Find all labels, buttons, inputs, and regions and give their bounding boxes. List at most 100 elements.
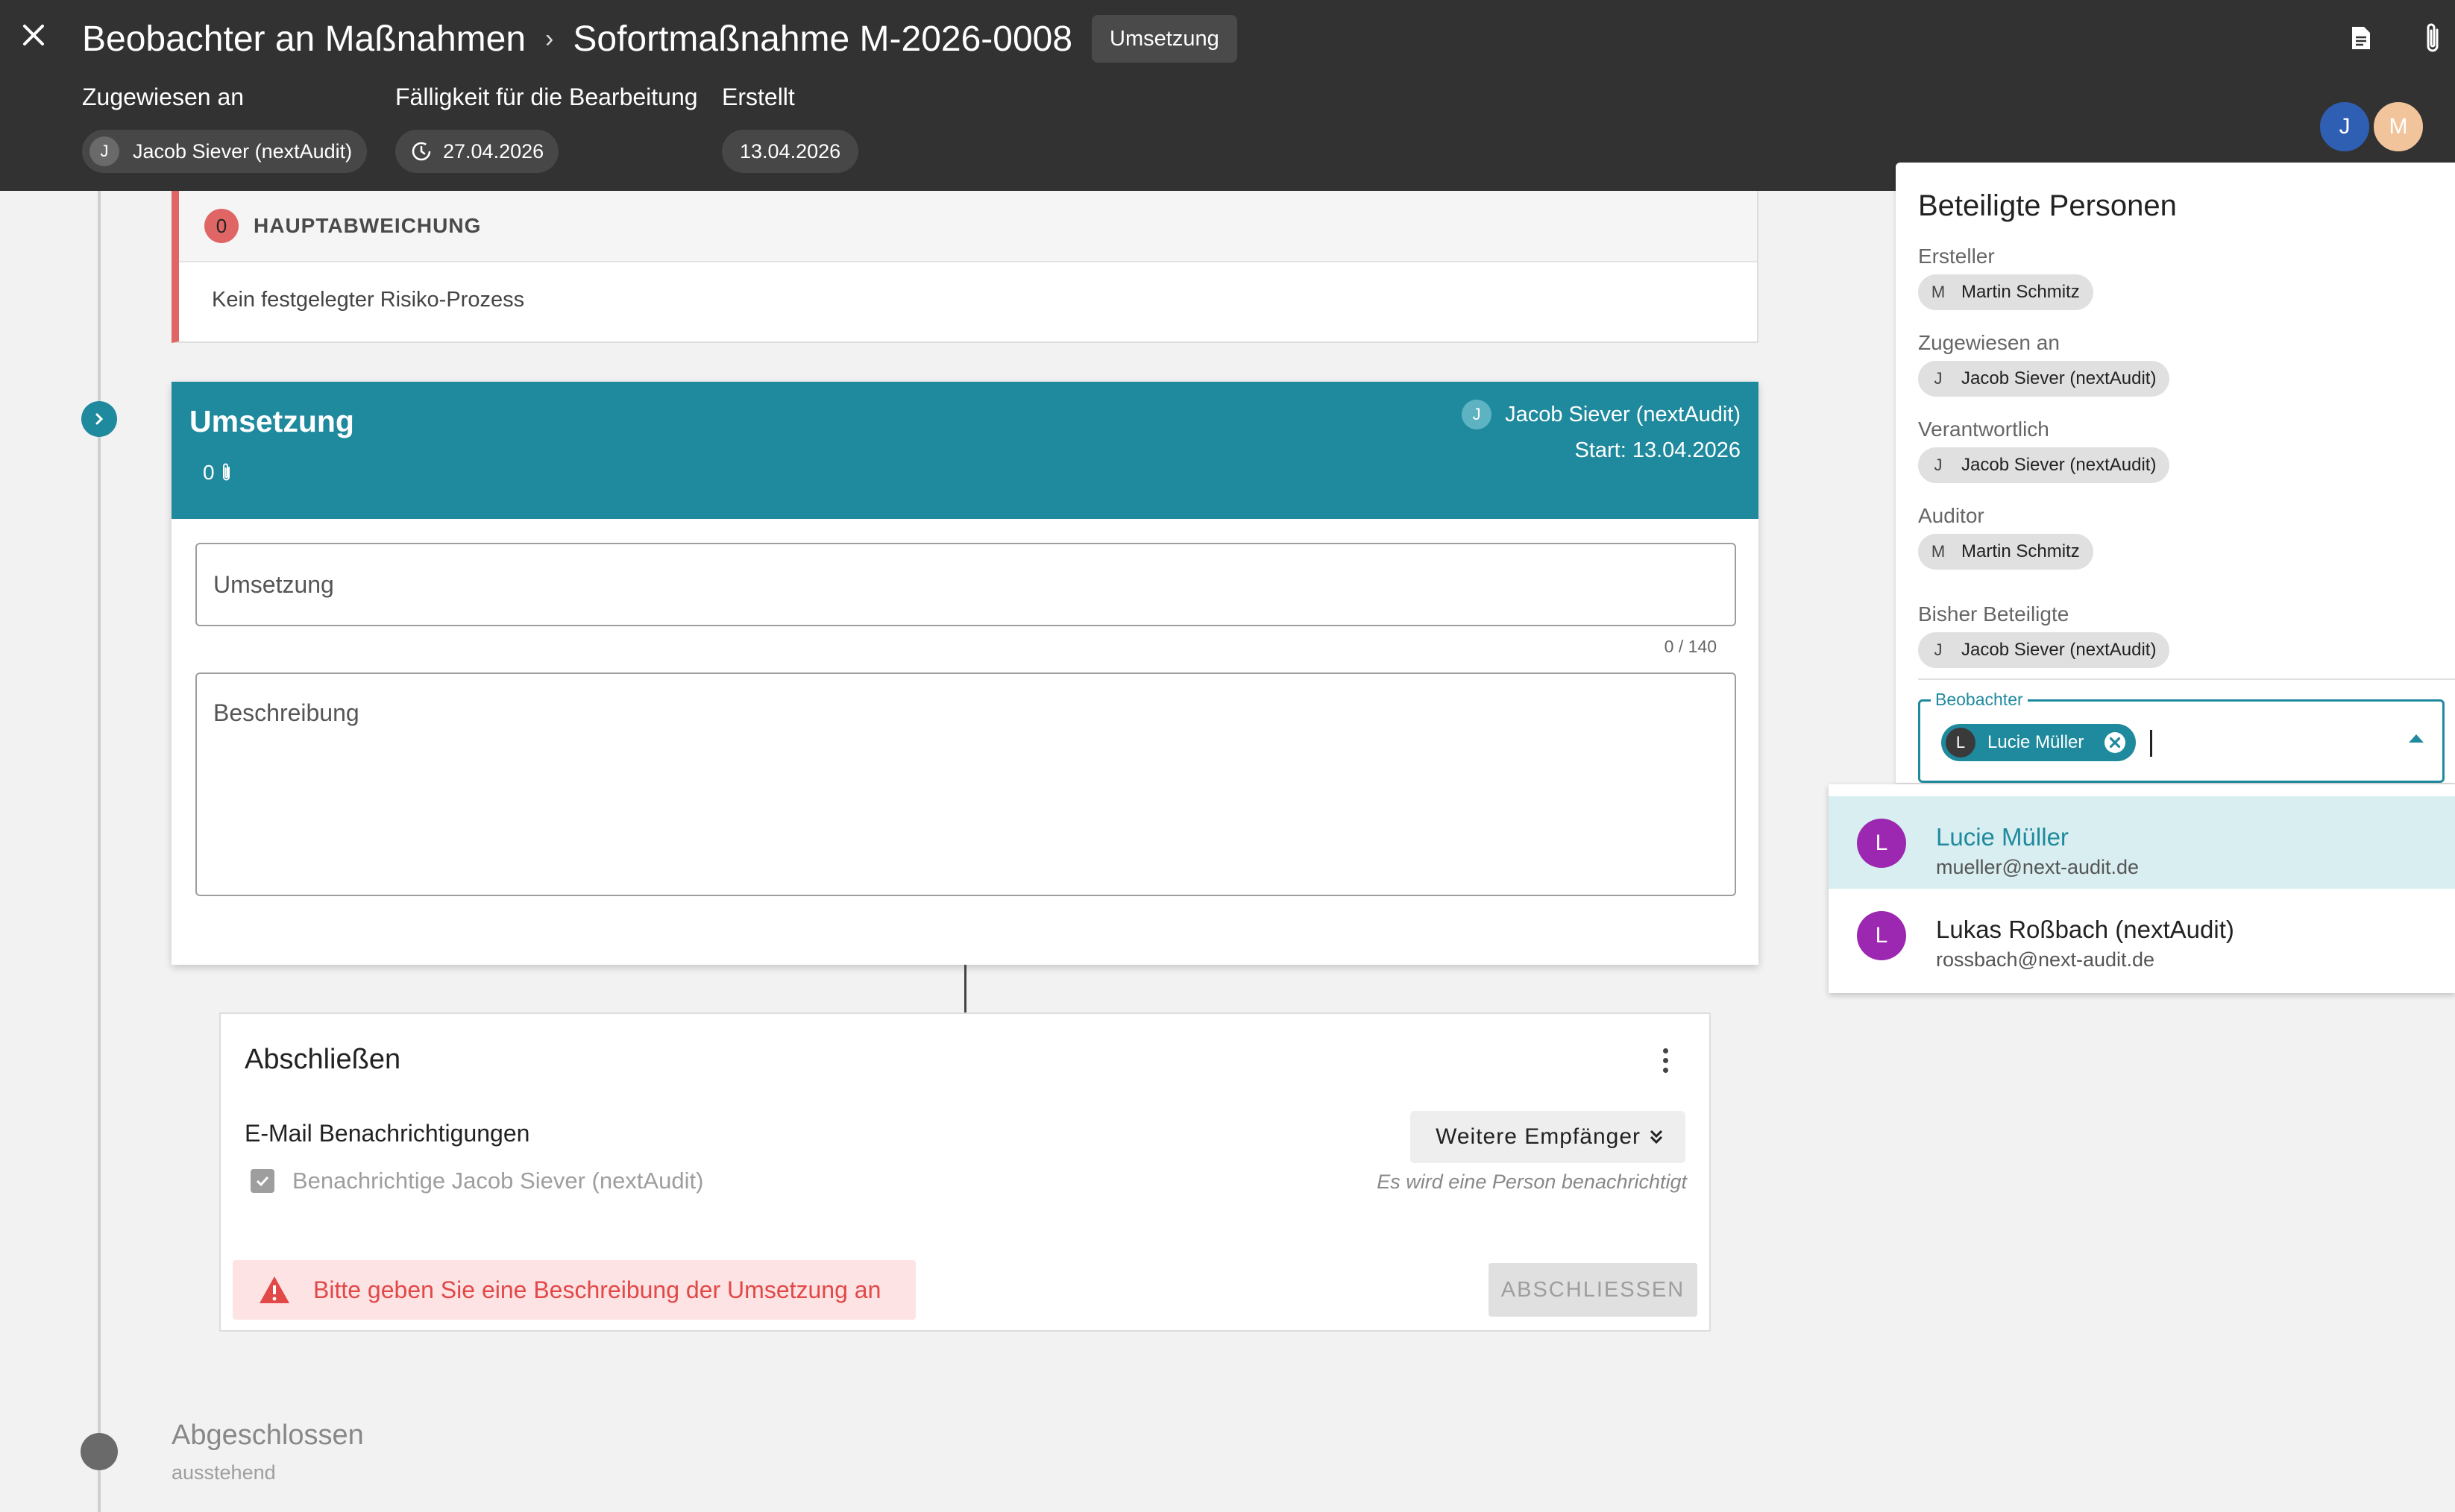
deviation-count-badge: 0 bbox=[204, 209, 239, 243]
previous-participant-name: Jacob Siever (nextAudit) bbox=[1961, 640, 2157, 660]
umsetzung-header: Umsetzung 0 J Jacob Siever (nextAudit) S… bbox=[172, 382, 1758, 519]
clock-history-icon bbox=[412, 142, 431, 161]
attachment-count-value: 0 bbox=[203, 461, 215, 484]
avatar: J bbox=[1462, 400, 1492, 429]
option-lucie-mueller[interactable]: L Lucie Müller mueller@next-audit.de bbox=[1829, 796, 2455, 889]
panel-title: Beteiligte Personen bbox=[1918, 189, 2177, 222]
due-date-value: 27.04.2026 bbox=[443, 139, 544, 163]
status-badge: Umsetzung bbox=[1092, 15, 1237, 63]
due-date-chip[interactable]: 27.04.2026 bbox=[395, 130, 559, 173]
chevron-right-icon bbox=[95, 413, 104, 425]
timeline-step-dot bbox=[81, 1433, 118, 1470]
more-vert-icon[interactable] bbox=[1654, 1044, 1676, 1077]
option-name: Lukas Roßbach (nextAudit) bbox=[1936, 916, 2234, 943]
assigned-to-chip[interactable]: J Jacob Siever (nextAudit) bbox=[82, 130, 368, 173]
option-lukas-rossbach[interactable]: L Lukas Roßbach (nextAudit) rossbach@nex… bbox=[1829, 889, 2455, 981]
attachment-button[interactable] bbox=[2416, 19, 2449, 57]
avatar: L bbox=[1857, 819, 1906, 868]
notify-label: Benachrichtige Jacob Siever (nextAudit) bbox=[292, 1168, 704, 1194]
assigned-name: Jacob Siever (nextAudit) bbox=[1961, 368, 2157, 388]
breadcrumb: Beobachter an Maßnahmen › Sofortmaßnahme… bbox=[82, 15, 1237, 63]
timeline-expand-button[interactable] bbox=[81, 401, 117, 437]
avatar: J bbox=[1934, 640, 1943, 659]
abschliessen-button[interactable]: ABSCHLIESSEN bbox=[1489, 1263, 1697, 1317]
deviation-text: Kein festgelegter Risiko-Prozess bbox=[212, 288, 525, 312]
creator-name: Martin Schmitz bbox=[1961, 282, 2080, 302]
assigned-to-group: Zugewiesen an J Jacob Siever (nextAudit) bbox=[82, 84, 368, 173]
observer-chip[interactable]: L Lucie Müller bbox=[1941, 724, 2137, 761]
breadcrumb-parent-link[interactable]: Beobachter an Maßnahmen bbox=[82, 19, 526, 60]
option-name: Lucie Müller bbox=[1936, 823, 2069, 851]
responsible-label: Verantwortlich bbox=[1918, 418, 2049, 441]
notify-checkbox[interactable]: Benachrichtige Jacob Siever (nextAudit) bbox=[251, 1168, 703, 1194]
assigned-to-label: Zugewiesen an bbox=[82, 84, 245, 110]
umsetzung-step-card: Umsetzung 0 J Jacob Siever (nextAudit) S… bbox=[172, 382, 1758, 965]
assigned-to-value: Jacob Siever (nextAudit) bbox=[133, 139, 353, 163]
option-email: rossbach@next-audit.de bbox=[1936, 948, 2155, 971]
due-date-group: Fälligkeit für die Bearbeitung 27.04.202… bbox=[395, 84, 698, 173]
more-recipients-button[interactable]: Weitere Empfänger bbox=[1410, 1111, 1685, 1163]
abschliessen-title: Abschließen bbox=[245, 1044, 401, 1075]
close-icon bbox=[23, 25, 44, 45]
creator-chip[interactable]: M Martin Schmitz bbox=[1918, 274, 2093, 310]
character-counter: 0 / 140 bbox=[1664, 637, 1717, 656]
warning-icon bbox=[260, 1276, 289, 1303]
umsetzung-assignee-name: Jacob Siever (nextAudit) bbox=[1505, 402, 1741, 426]
auditor-chip[interactable]: M Martin Schmitz bbox=[1918, 534, 2093, 570]
created-chip: 13.04.2026 bbox=[722, 130, 859, 173]
error-message: Bitte geben Sie eine Beschreibung der Um… bbox=[313, 1276, 881, 1303]
avatar: L bbox=[1946, 728, 1975, 757]
deviation-card: 0 HAUPTABWEICHUNG Kein festgelegter Risi… bbox=[172, 191, 1758, 343]
close-button[interactable] bbox=[16, 18, 51, 52]
auditor-label: Auditor bbox=[1918, 504, 1984, 527]
umsetzung-input[interactable]: Umsetzung bbox=[195, 543, 1736, 626]
attachment-count[interactable]: 0 bbox=[203, 461, 233, 485]
abschliessen-card: Abschließen E-Mail Benachrichtigungen Be… bbox=[219, 1012, 1711, 1332]
assigned-label: Zugewiesen an bbox=[1918, 331, 2060, 354]
avatar[interactable]: J bbox=[2318, 100, 2371, 154]
umsetzung-title: Umsetzung bbox=[189, 404, 354, 438]
created-value: 13.04.2026 bbox=[740, 139, 841, 163]
observer-select[interactable]: Beobachter L Lucie Müller bbox=[1918, 690, 2445, 783]
deviation-title: HAUPTABWEICHUNG bbox=[254, 214, 482, 237]
responsible-name: Jacob Siever (nextAudit) bbox=[1961, 455, 2157, 475]
avatar: M bbox=[1931, 283, 1946, 301]
document-icon bbox=[2352, 27, 2370, 49]
checkbox-checked-icon bbox=[251, 1169, 274, 1193]
paperclip-icon bbox=[2427, 23, 2439, 52]
closed-step-status: ausstehend bbox=[172, 1461, 276, 1484]
created-group: Erstellt 13.04.2026 bbox=[722, 84, 859, 173]
email-notifications-heading: E-Mail Benachrichtigungen bbox=[245, 1120, 530, 1147]
participants-panel: Beteiligte Personen Ersteller M Martin S… bbox=[1896, 163, 2455, 783]
timeline-line bbox=[98, 191, 101, 1512]
closed-step-title: Abgeschlossen bbox=[172, 1420, 364, 1451]
step-connector bbox=[964, 965, 966, 1014]
observer-chip-name: Lucie Müller bbox=[1987, 732, 2084, 752]
chevron-right-icon: › bbox=[545, 24, 554, 53]
page-title: Sofortmaßnahme M-2026-0008 bbox=[573, 19, 1073, 59]
previous-participants-label: Bisher Beteiligte bbox=[1918, 602, 2069, 626]
auditor-name: Martin Schmitz bbox=[1961, 541, 2080, 561]
avatar: J bbox=[1934, 369, 1943, 388]
observer-options-dropdown: L Lucie Müller mueller@next-audit.de L L… bbox=[1829, 784, 2455, 993]
document-button[interactable] bbox=[2345, 19, 2377, 57]
option-email: mueller@next-audit.de bbox=[1936, 856, 2140, 878]
remove-chip-icon[interactable] bbox=[2103, 731, 2127, 755]
description-textarea[interactable]: Beschreibung bbox=[195, 672, 1736, 896]
created-label: Erstellt bbox=[722, 84, 795, 110]
umsetzung-start-date: Start: 13.04.2026 bbox=[1574, 438, 1741, 462]
avatar: L bbox=[1857, 911, 1906, 960]
avatar: J bbox=[89, 136, 119, 166]
double-chevron-down-icon bbox=[1650, 1130, 1663, 1144]
previous-participant-chip[interactable]: J Jacob Siever (nextAudit) bbox=[1918, 632, 2170, 668]
deviation-header: 0 HAUPTABWEICHUNG bbox=[179, 191, 1757, 262]
more-recipients-label: Weitere Empfänger bbox=[1436, 1124, 1641, 1149]
responsible-chip[interactable]: J Jacob Siever (nextAudit) bbox=[1918, 447, 2170, 483]
avatar[interactable]: M bbox=[2371, 100, 2425, 154]
assigned-chip[interactable]: J Jacob Siever (nextAudit) bbox=[1918, 361, 2170, 397]
notification-count-note: Es wird eine Person benachrichtigt bbox=[1377, 1171, 1687, 1193]
arrow-up-icon[interactable] bbox=[2408, 733, 2424, 743]
text-cursor bbox=[2150, 730, 2152, 757]
due-date-label: Fälligkeit für die Bearbeitung bbox=[395, 84, 698, 110]
umsetzung-assignee: J Jacob Siever (nextAudit) bbox=[1462, 400, 1741, 429]
